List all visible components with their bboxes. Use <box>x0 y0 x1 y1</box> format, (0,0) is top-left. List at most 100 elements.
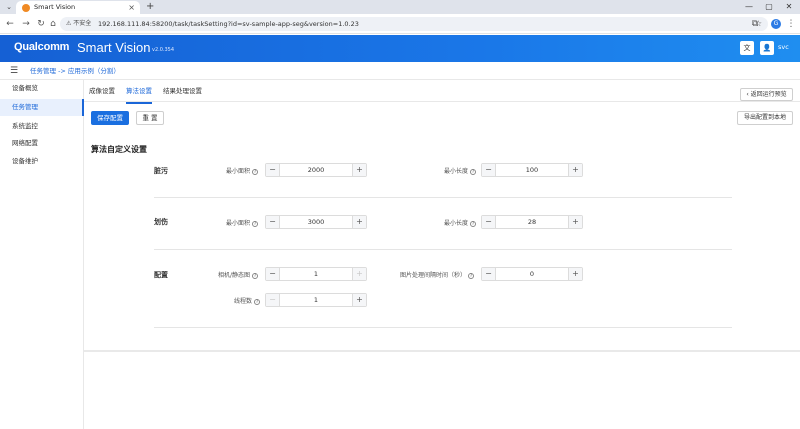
url-field[interactable]: ⚠ 不安全 192.168.111.84:58200/task/taskSett… <box>60 17 768 31</box>
app-header: Qualcomm Smart Vision v2.0.354 文 👤 svc <box>0 35 800 62</box>
section-title: 算法自定义设置 <box>91 145 147 154</box>
favicon-icon <box>22 4 30 12</box>
tab-imaging-settings[interactable]: 成像设置 <box>89 80 115 102</box>
chevron-left-icon: ‹ <box>746 91 749 98</box>
group-label-config: 配置 <box>154 271 168 279</box>
menu-toggle-icon[interactable]: ☰ <box>10 66 20 76</box>
tab-result-settings[interactable]: 结果处理设置 <box>163 80 202 102</box>
security-warning[interactable]: ⚠ 不安全 <box>66 17 91 31</box>
save-config-button[interactable]: 保存配置 <box>91 111 129 125</box>
group-label-scratch: 划伤 <box>154 218 168 226</box>
stepper-value[interactable]: 0 <box>496 268 568 280</box>
sidebar-item-task-management[interactable]: 任务管理 <box>0 99 84 116</box>
field-label-text: 相机/静态图 <box>218 272 251 279</box>
breadcrumb[interactable]: 任务管理 -> 应用示例（分割） <box>30 62 120 80</box>
group-divider <box>154 327 732 328</box>
back-to-preview-label: 返回运行预览 <box>750 91 787 98</box>
version-label: v2.0.354 <box>152 47 175 53</box>
tab-algorithm-settings[interactable]: 算法设置 <box>126 80 152 104</box>
increment-button[interactable]: + <box>352 268 366 280</box>
sidebar-item-device-overview[interactable]: 设备概览 <box>0 80 84 97</box>
maximize-icon[interactable]: ▢ <box>762 0 776 14</box>
group-label-dirty: 脏污 <box>154 167 168 175</box>
sidebar: 设备概览 任务管理 系统监控 网络配置 设备维护 <box>0 80 84 429</box>
decrement-button[interactable]: − <box>482 268 496 280</box>
window-close-icon[interactable]: ✕ <box>782 0 796 14</box>
close-tab-icon[interactable]: × <box>128 2 135 13</box>
help-icon[interactable]: ? <box>252 168 259 175</box>
sidebar-item-device-maintenance[interactable]: 设备维护 <box>0 153 84 170</box>
camera-stepper: − 1 + <box>265 267 367 281</box>
field-label-text: 最小面积 <box>226 168 251 175</box>
stepper-value[interactable]: 28 <box>496 216 568 228</box>
browser-tab-title: Smart Vision <box>34 3 76 11</box>
decrement-button[interactable]: − <box>266 164 280 176</box>
stepper-value[interactable]: 3000 <box>280 216 352 228</box>
export-config-button[interactable]: 导出配置到本地 <box>737 111 793 125</box>
decrement-button[interactable]: − <box>266 268 280 280</box>
field-label-text: 最小面积 <box>226 220 251 227</box>
decrement-button[interactable]: − <box>266 216 280 228</box>
field-label-text: 最小长度 <box>444 220 469 227</box>
increment-button[interactable]: + <box>352 164 366 176</box>
field-label-scratch-min-length: 最小长度? <box>444 218 477 227</box>
increment-button[interactable]: + <box>568 164 582 176</box>
qualcomm-logo: Qualcomm <box>14 41 70 53</box>
browser-menu-icon[interactable]: ⋮ <box>785 18 797 30</box>
increment-button[interactable]: + <box>352 216 366 228</box>
new-tab-icon[interactable]: + <box>146 0 154 14</box>
field-label-text: 线程数 <box>234 298 253 305</box>
language-icon[interactable]: 文 <box>740 41 754 55</box>
decrement-button[interactable]: − <box>482 164 496 176</box>
field-label-threads: 线程数? <box>234 296 261 305</box>
product-name: Smart Vision <box>77 40 151 55</box>
decrement-button[interactable]: − <box>266 294 280 306</box>
content-bottom-divider <box>84 350 800 352</box>
sidebar-item-network-config[interactable]: 网络配置 <box>0 135 84 152</box>
user-name[interactable]: svc <box>778 43 789 51</box>
dirty-min-area-stepper: − 2000 + <box>265 163 367 177</box>
back-to-preview-button[interactable]: ‹ 返回运行预览 <box>740 88 793 101</box>
threads-stepper: − 1 + <box>265 293 367 307</box>
browser-tabbar: ⌄ Smart Vision × + — ▢ ✕ <box>0 0 800 14</box>
decrement-button[interactable]: − <box>482 216 496 228</box>
field-label-interval: 图片处理间隔时间（秒）? <box>400 270 475 279</box>
sidebar-item-system-monitor[interactable]: 系统监控 <box>0 118 84 135</box>
settings-tabs: 成像设置 算法设置 结果处理设置 ‹ 返回运行预览 <box>84 80 800 104</box>
help-icon[interactable]: ? <box>252 220 259 227</box>
help-icon[interactable]: ? <box>468 272 475 279</box>
user-icon[interactable]: 👤 <box>760 41 774 55</box>
increment-button[interactable]: + <box>352 294 366 306</box>
home-icon[interactable]: ⌂ <box>47 18 59 30</box>
main-content: 成像设置 算法设置 结果处理设置 ‹ 返回运行预览 保存配置 重 置 导出配置到… <box>84 80 800 429</box>
extensions-icon[interactable]: ⧉ <box>749 18 761 30</box>
help-icon[interactable]: ? <box>254 298 261 305</box>
minimize-icon[interactable]: — <box>742 0 756 14</box>
increment-button[interactable]: + <box>568 216 582 228</box>
help-icon[interactable]: ? <box>252 272 259 279</box>
help-icon[interactable]: ? <box>470 220 477 227</box>
reload-icon[interactable]: ↻ <box>35 18 47 30</box>
scratch-min-length-stepper: − 28 + <box>481 215 583 229</box>
stepper-value[interactable]: 1 <box>280 268 352 280</box>
field-label-text: 最小长度 <box>444 168 469 175</box>
stepper-value[interactable]: 2000 <box>280 164 352 176</box>
stepper-value[interactable]: 100 <box>496 164 568 176</box>
group-divider <box>154 197 732 198</box>
url-text: 192.168.111.84:58200/task/taskSetting?id… <box>98 20 359 28</box>
tab-search-icon[interactable]: ⌄ <box>4 2 14 12</box>
forward-arrow-icon[interactable]: → <box>20 18 32 30</box>
field-label-text: 图片处理间隔时间（秒） <box>400 272 467 279</box>
scratch-min-area-stepper: − 3000 + <box>265 215 367 229</box>
increment-button[interactable]: + <box>568 268 582 280</box>
address-bar-row: ← → ↻ ⌂ ⚠ 不安全 192.168.111.84:58200/task/… <box>0 14 800 34</box>
reset-button[interactable]: 重 置 <box>136 111 164 125</box>
back-arrow-icon[interactable]: ← <box>4 18 16 30</box>
stepper-value[interactable]: 1 <box>280 294 352 306</box>
browser-tab[interactable]: Smart Vision × <box>16 1 140 14</box>
profile-avatar[interactable]: G <box>771 19 781 29</box>
help-icon[interactable]: ? <box>470 168 477 175</box>
breadcrumb-bar: ☰ 任务管理 -> 应用示例（分割） <box>0 62 800 80</box>
field-label-camera: 相机/静态图? <box>218 270 259 279</box>
interval-stepper: − 0 + <box>481 267 583 281</box>
